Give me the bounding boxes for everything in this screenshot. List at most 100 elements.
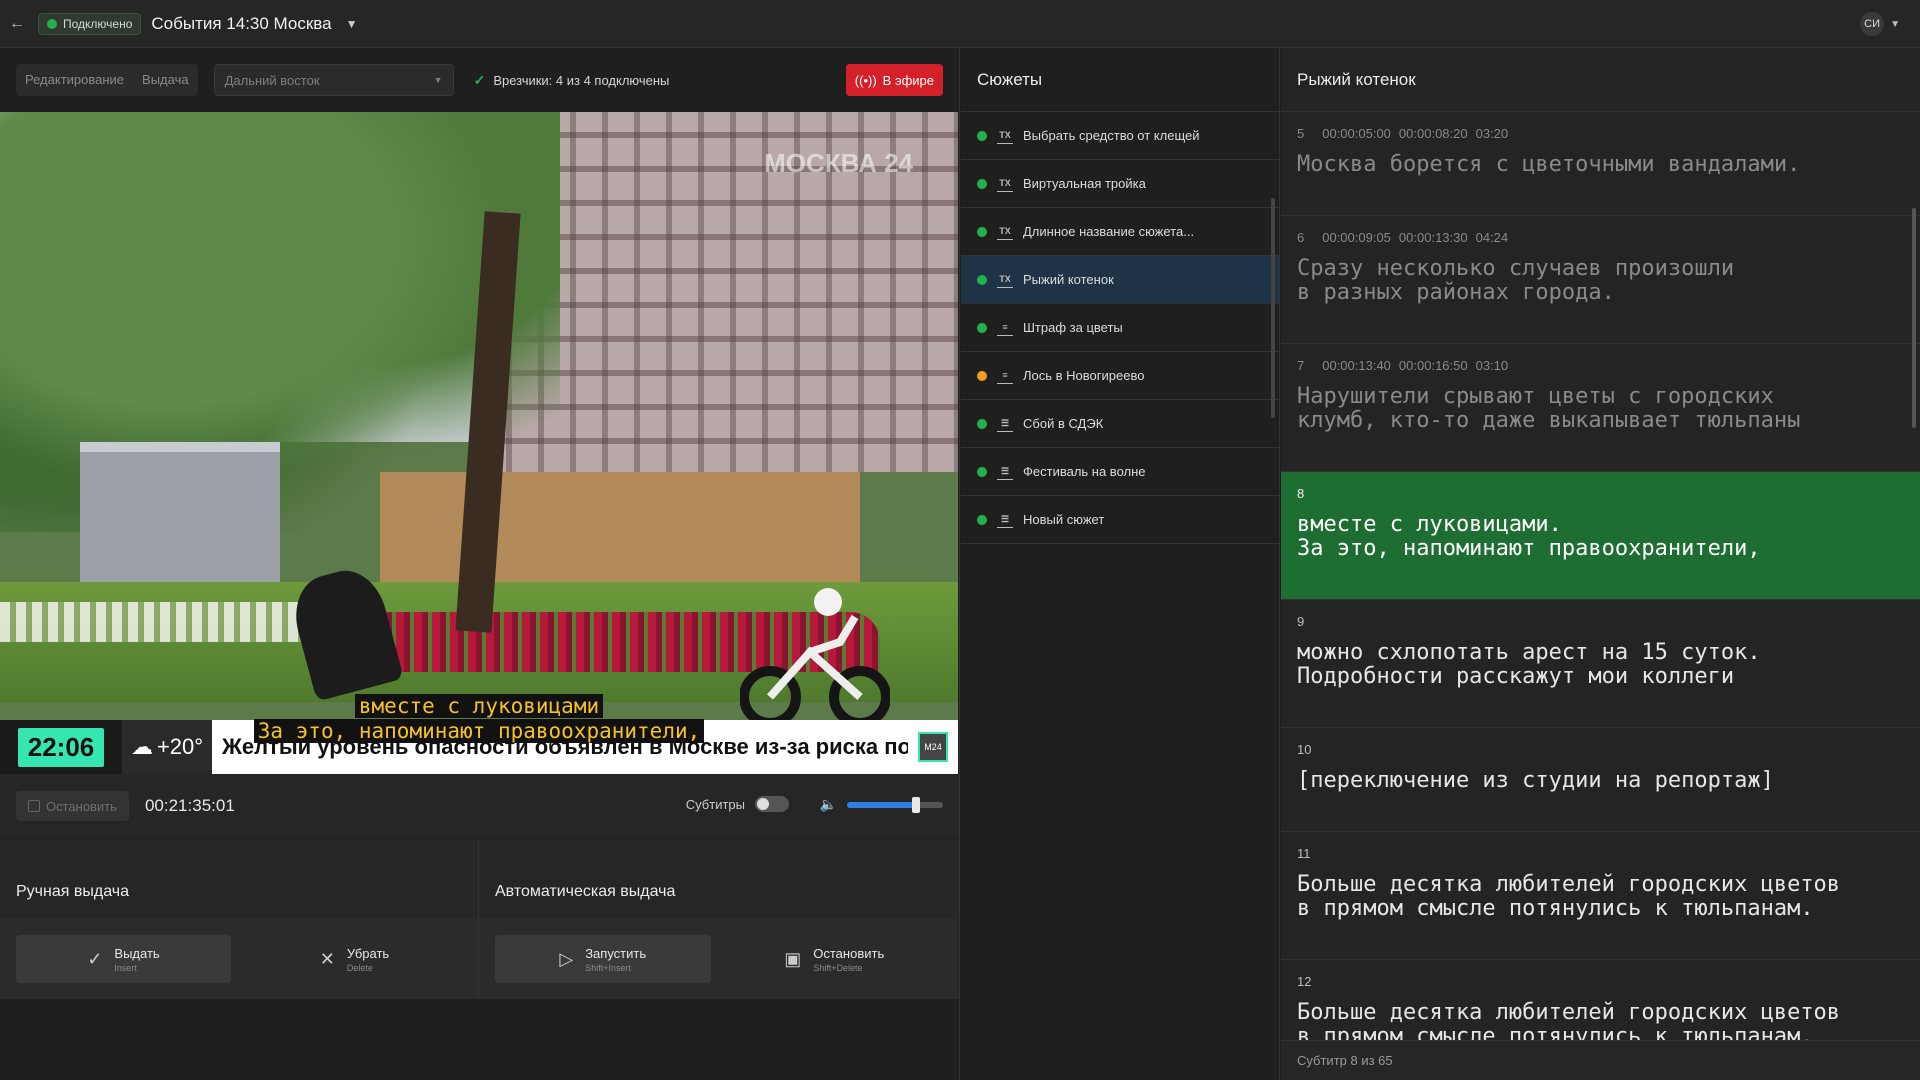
subtitle-text[interactable]: Нарушители срывают цветы с городских клу… — [1297, 385, 1904, 433]
story-label: Виртуальная тройка — [1023, 176, 1146, 191]
issue-button[interactable]: ✓ Выдать Insert — [16, 935, 231, 983]
start-button[interactable]: ▷ Запустить Shift+Insert — [495, 935, 711, 983]
subtitle-text[interactable]: Больше десятка любителей городских цвето… — [1297, 1001, 1904, 1041]
auto-output-panel: Автоматическая выдача ▷ Запустить Shift+I… — [479, 839, 958, 999]
close-icon: ✕ — [319, 948, 335, 969]
subtitle-num: 10 — [1297, 742, 1312, 757]
on-air-label: В эфире — [882, 72, 934, 88]
chevron-down-icon[interactable]: ▼ — [1890, 19, 1900, 30]
story-item[interactable]: ☰ Фестиваль на волне — [961, 448, 1279, 496]
user-menu[interactable]: СИ ▼ — [1860, 12, 1900, 36]
status-dot-icon — [977, 322, 987, 333]
subtitles-toggle-group: Субтитры — [686, 796, 789, 812]
video-subtitle-line-2: За это, напоминают правоохранители, — [253, 719, 705, 743]
story-label: Новый сюжет — [1023, 512, 1105, 527]
tx-icon: TX — [997, 128, 1013, 144]
subtitle-item[interactable]: 5 00:00:05:00 00:00:08:20 03:20 Москва борет… — [1281, 112, 1920, 216]
back-arrow-icon[interactable]: ← — [0, 0, 34, 48]
subtitle-item[interactable]: 6 00:00:09:05 00:00:13:30 04:24 Сразу нескол… — [1281, 216, 1920, 344]
status-dot-icon — [977, 514, 987, 525]
story-label: Длинное название сюжета... — [1023, 224, 1195, 239]
subtitle-counter: Субтитр 8 из 65 — [1281, 1040, 1920, 1080]
subtitle-out: 00:00:16:50 — [1398, 358, 1468, 373]
check-icon: ✓ — [473, 71, 486, 88]
subtitle-item[interactable]: 8 вместе с луковицами. За это, напоминают… — [1281, 472, 1920, 600]
story-item[interactable]: ≡ Штраф за цветы — [961, 304, 1279, 352]
status-dot-icon — [977, 226, 987, 237]
stories-title: Сюжеты — [961, 48, 1279, 112]
subtitle-text[interactable]: Больше десятка любителей городских цвето… — [1297, 873, 1904, 921]
player-controls: Остановить 00:21:35:01 Субтитры 🔈 — [0, 774, 959, 838]
event-title[interactable]: События 14:30 Москва — [151, 14, 331, 34]
stop-button[interactable]: Остановить — [16, 791, 129, 821]
player-toolbar: Редактирование Выдача Дальний восток ▼ ✓… — [0, 48, 959, 112]
video-watermark: МОСКВА 24 — [764, 148, 913, 178]
issue-label: Выдать — [114, 945, 160, 961]
subtitle-item[interactable]: 9 можно схлопотать арест на 15 суток. Под… — [1281, 600, 1920, 728]
subtitle-dur: 03:20 — [1475, 126, 1509, 141]
subtitle-num: 11 — [1297, 846, 1311, 861]
story-item[interactable]: TX Длинное название сюжета... — [961, 208, 1279, 256]
auto-stop-label: Остановить — [813, 945, 885, 961]
story-item[interactable]: TX Рыжий котенок — [961, 256, 1279, 304]
chevron-down-icon: ▼ — [433, 75, 443, 85]
list-icon: ☰ — [997, 464, 1013, 480]
subtitles-scrollbar[interactable] — [1912, 208, 1916, 428]
subtitle-text[interactable]: вместе с луковицами. За это, напоминают … — [1297, 513, 1904, 561]
avatar[interactable]: СИ — [1860, 12, 1885, 36]
subtitle-num: 8 — [1297, 486, 1305, 501]
status-dot-icon — [977, 274, 987, 285]
story-label: Рыжий котенок — [1023, 272, 1114, 287]
stories-column: Сюжеты TX Выбрать средство от клещей TX Вир… — [961, 48, 1280, 1080]
subtitle-in: 00:00:13:40 — [1322, 358, 1391, 373]
subtitle-num: 6 — [1297, 230, 1305, 245]
play-circle-icon: ▷ — [559, 948, 574, 969]
subtitle-item[interactable]: 10 [переключение из студии на репортаж] — [1281, 728, 1920, 832]
stories-scrollbar[interactable] — [1271, 198, 1275, 418]
subtitles-panel-title: Рыжий котенок — [1281, 48, 1920, 112]
subtitle-in: 00:00:09:05 — [1322, 230, 1391, 245]
video-subtitle-line-1: вместе с луковицами — [354, 694, 604, 718]
auto-stop-button[interactable]: ▣ Остановить Shift+Delete — [727, 935, 943, 983]
auto-output-actions: ▷ Запустить Shift+Insert ▣ Остановить Shif… — [479, 919, 958, 999]
story-item[interactable]: TX Виртуальная тройка — [961, 160, 1279, 208]
manual-output-title: Ручная выдача — [16, 883, 129, 900]
text-lines-icon: ≡ — [997, 368, 1013, 384]
volume-slider[interactable] — [847, 796, 943, 813]
subtitle-item[interactable]: 11 Больше десятка любителей городских цве… — [1281, 832, 1920, 960]
start-shortcut: Shift+Insert — [585, 962, 631, 973]
subtitle-meta: 6 00:00:09:05 00:00:13:30 04:24 — [1297, 230, 1904, 245]
subtitles-column: Рыжий котенок 5 00:00:05:00 00:00:08:20 03:… — [1281, 48, 1920, 1080]
mode-edit-tab[interactable]: Редактирование — [16, 64, 133, 96]
mode-switch: Редактирование Выдача — [16, 64, 198, 96]
story-item[interactable]: ☰ Сбой в СДЭК — [961, 400, 1279, 448]
tx-icon: TX — [997, 224, 1013, 240]
subtitle-dur: 03:10 — [1475, 358, 1509, 373]
subtitle-item[interactable]: 7 00:00:13:40 00:00:16:50 03:10 Нарушители с… — [1281, 344, 1920, 472]
subtitle-text[interactable]: Сразу несколько случаев произошли в разн… — [1297, 257, 1904, 305]
output-controls: Ручная выдача ✓ Выдать Insert ✕ Убрать Del… — [0, 839, 959, 999]
remove-button[interactable]: ✕ Убрать Delete — [247, 935, 462, 983]
ties-status: ✓ Врезчики: 4 из 4 подключены — [474, 72, 670, 89]
region-select[interactable]: Дальний восток ▼ — [213, 64, 454, 96]
on-air-button[interactable]: ((•)) В эфире — [845, 64, 943, 96]
story-item[interactable]: ≡ Лось в Новогиреево — [961, 352, 1279, 400]
subtitles-toggle[interactable] — [755, 796, 789, 812]
stop-label: Остановить — [46, 798, 117, 814]
connection-badge: Подключено — [38, 12, 142, 35]
check-icon: ✓ — [87, 948, 103, 969]
subtitle-text[interactable]: [переключение из студии на репортаж] — [1297, 769, 1904, 793]
story-item[interactable]: ☰ Новый сюжет — [961, 496, 1279, 544]
subtitle-text[interactable]: можно схлопотать арест на 15 суток. Подр… — [1297, 641, 1904, 689]
subtitle-text[interactable]: Москва борется с цветочными вандалами. — [1297, 153, 1904, 177]
volume-knob[interactable] — [912, 796, 921, 813]
mode-output-tab[interactable]: Выдача — [133, 64, 198, 96]
subtitle-num: 12 — [1297, 974, 1312, 989]
chevron-down-icon[interactable]: ▼ — [346, 17, 358, 31]
status-dot-icon — [977, 418, 987, 429]
video-preview[interactable]: МОСКВА 24 22:06 ☁ +20° Желтый уровень оп… — [0, 112, 958, 774]
speaker-icon[interactable]: 🔈 — [820, 796, 837, 813]
story-item[interactable]: TX Выбрать средство от клещей — [961, 112, 1279, 160]
subtitle-item[interactable]: 12 Больше десятка любителей городских цве… — [1281, 960, 1920, 1040]
subtitle-meta: 7 00:00:13:40 00:00:16:50 03:10 — [1297, 358, 1904, 373]
